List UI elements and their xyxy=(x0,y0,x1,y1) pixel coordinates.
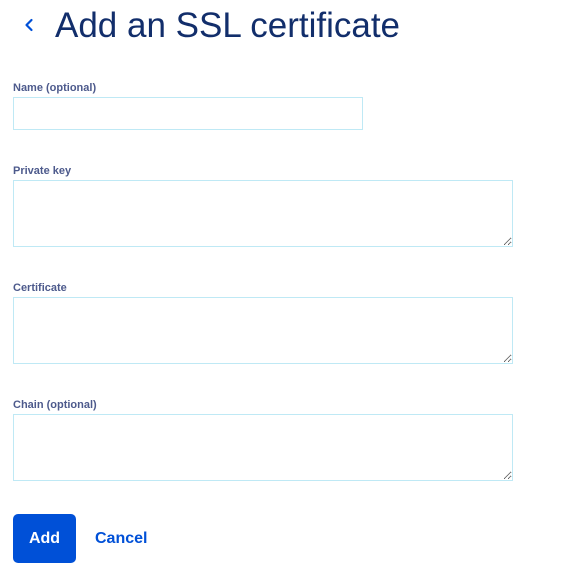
private-key-field-label: Private key xyxy=(13,165,72,177)
chain-textarea[interactable] xyxy=(13,414,513,481)
add-button[interactable]: Add xyxy=(13,514,76,563)
private-key-textarea[interactable] xyxy=(13,180,513,247)
chain-field-label: Chain (optional) xyxy=(13,399,97,411)
certificate-field-label: Certificate xyxy=(13,282,67,294)
back-button[interactable] xyxy=(18,12,40,38)
name-field-label: Name (optional) xyxy=(13,82,97,94)
chevron-left-icon xyxy=(25,18,33,32)
name-input[interactable] xyxy=(13,97,363,130)
page-header: Add an SSL certificate xyxy=(0,0,578,52)
cancel-button[interactable]: Cancel xyxy=(95,528,147,550)
certificate-textarea[interactable] xyxy=(13,297,513,364)
page-title: Add an SSL certificate xyxy=(55,6,401,45)
add-ssl-certificate-page: Add an SSL certificate Name (optional) P… xyxy=(0,0,578,575)
